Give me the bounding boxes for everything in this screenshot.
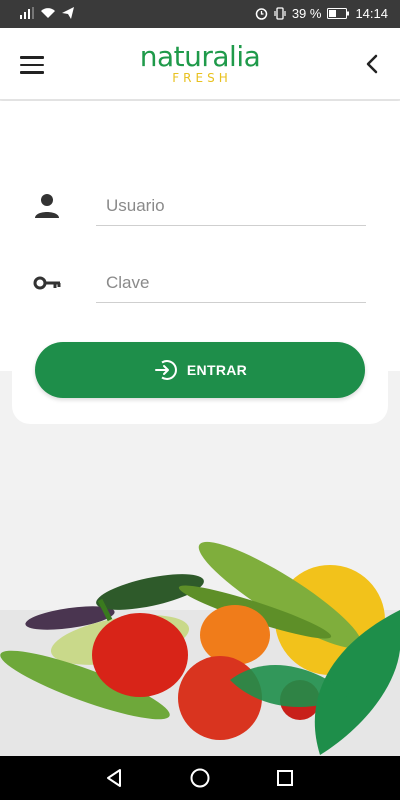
login-button[interactable]: ENTRAR: [35, 342, 365, 398]
alarm-icon: [255, 8, 268, 20]
logo-main-text: naturalia: [139, 40, 261, 73]
login-button-label: ENTRAR: [186, 362, 248, 378]
back-button[interactable]: [362, 52, 382, 76]
password-input[interactable]: [96, 263, 366, 302]
logo-sub-text: FRESH: [172, 71, 232, 85]
status-time: 14:14: [355, 6, 388, 21]
chevron-left-icon: [366, 54, 378, 74]
system-nav-bar: [0, 756, 400, 800]
key-icon: [32, 270, 62, 298]
sign-in-arrow-icon: [154, 360, 177, 380]
status-bar: 39 % 14:14: [0, 0, 400, 28]
nav-home-button[interactable]: [188, 766, 212, 790]
circle-home-icon: [190, 768, 210, 788]
password-field[interactable]: [96, 263, 366, 303]
vibrate-icon: [274, 7, 286, 20]
wifi-icon: [41, 8, 55, 18]
vegetables-image: [0, 500, 400, 760]
username-input[interactable]: [96, 186, 366, 225]
username-field[interactable]: [96, 186, 366, 226]
person-icon: [32, 192, 62, 220]
battery-percent: 39 %: [291, 6, 322, 21]
nav-back-button[interactable]: [102, 766, 126, 790]
nav-recents-button[interactable]: [273, 766, 297, 790]
battery-icon: [327, 8, 350, 19]
send-icon: [62, 7, 74, 19]
app-bar: naturalia FRESH: [0, 28, 400, 100]
square-recents-icon: [277, 770, 293, 786]
triangle-back-icon: [107, 769, 121, 787]
signal-icon: [20, 7, 34, 19]
brand-logo: naturalia FRESH: [0, 42, 400, 85]
status-right: 39 % 14:14: [255, 6, 388, 21]
status-left: [20, 7, 74, 19]
